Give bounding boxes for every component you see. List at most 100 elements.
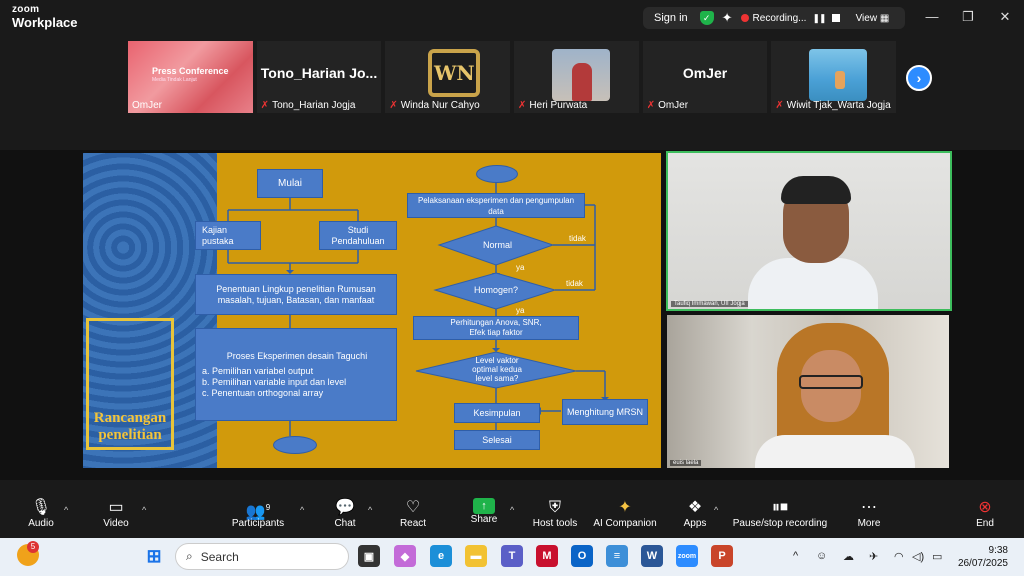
profile-photo <box>809 49 868 101</box>
outlook-icon[interactable]: O <box>571 545 593 567</box>
clock-date: 26/07/2025 <box>957 558 1008 569</box>
mcafee-icon[interactable]: M <box>536 545 558 567</box>
taskbar-search[interactable]: ⌕ Search <box>175 543 349 570</box>
wn-logo: WN <box>428 49 481 97</box>
close-icon[interactable]: ✕ <box>995 9 1015 25</box>
weather-badge: 5 <box>27 541 39 553</box>
sign-in-button[interactable]: Sign in <box>654 12 688 24</box>
teams-icon[interactable]: T <box>501 545 523 567</box>
video-options-caret-icon[interactable]: ^ <box>142 505 146 515</box>
more-label: More <box>857 518 881 529</box>
end-button[interactable]: ⊗ End <box>972 498 998 529</box>
copilot-icon[interactable]: ◆ <box>394 545 416 567</box>
ai-sparkle-icon[interactable]: ✦ <box>722 10 733 26</box>
person-hair <box>781 176 851 204</box>
participants-caret-icon[interactable]: ^ <box>300 505 304 515</box>
apps-label: Apps <box>683 518 707 529</box>
participant-tile[interactable]: ✗ Heri Purwata <box>514 41 639 113</box>
powerpoint-icon[interactable]: P <box>711 545 733 567</box>
host-tools-label: Host tools <box>532 518 578 529</box>
participant-tile[interactable]: OmJer ✗ OmJer <box>642 41 768 113</box>
recording-status: Recording... <box>752 12 807 24</box>
react-button[interactable]: ♡ React <box>398 498 428 529</box>
stop-recording-icon[interactable] <box>831 14 840 22</box>
step-kesimpulan: Kesimpulan <box>454 403 540 423</box>
host-tools-button[interactable]: ⛨ Host tools <box>530 498 580 529</box>
step-kajian: Kajian pustaka <box>195 221 261 250</box>
profile-photo <box>552 49 611 101</box>
pause-stop-icon: ⏸⏹ <box>771 499 788 516</box>
share-caret-icon[interactable]: ^ <box>510 505 514 515</box>
mic-muted-icon: ✗ <box>646 100 656 111</box>
minimize-icon[interactable]: — <box>922 9 942 24</box>
battery-icon[interactable]: ▭ <box>932 550 942 563</box>
decision-normal: Normal <box>483 240 513 250</box>
restore-icon[interactable]: ❐ <box>958 9 978 25</box>
security-shield-icon[interactable]: ✓ <box>699 11 714 25</box>
chat-button[interactable]: 💬 Chat <box>330 498 360 529</box>
search-icon: ⌕ <box>186 549 193 563</box>
flow-connector-start <box>476 165 518 183</box>
participant-tile[interactable]: Tono_Harian Jo... ✗ Tono_Harian Jogja <box>256 41 382 113</box>
more-button[interactable]: ⋯ More <box>854 498 884 529</box>
chat-caret-icon[interactable]: ^ <box>368 505 372 515</box>
participant-name: Tono_Harian Jogja <box>272 100 356 111</box>
participant-tile[interactable]: WN ✗ Winda Nur Cahyo <box>385 41 511 113</box>
camera-icon: ▭ <box>108 499 124 516</box>
pause-stop-recording-button[interactable]: ⏸⏹ Pause/stop recording <box>730 498 830 529</box>
video-tile[interactable]: euis laela <box>667 315 949 468</box>
search-label: Search <box>200 549 239 564</box>
next-page-arrow-icon[interactable]: › <box>906 65 932 91</box>
mic-muted-icon: ✗ <box>389 100 398 111</box>
heart-icon: ♡ <box>405 499 421 516</box>
participant-tile[interactable]: ✗ Wiwit Tjak_Warta Jogja <box>771 41 897 113</box>
tray-app-icon[interactable]: ☺ <box>816 550 827 562</box>
participant-name: Wiwit Tjak_Warta Jogja <box>786 100 891 111</box>
mic-muted-icon: ✗ <box>518 100 527 111</box>
participant-name: Winda Nur Cahyo <box>400 100 480 111</box>
edge-icon[interactable]: e <box>430 545 452 567</box>
word-icon[interactable]: W <box>641 545 663 567</box>
view-button[interactable]: View ▦ <box>856 13 890 24</box>
pause-recording-icon[interactable]: ❚❚ <box>812 13 826 24</box>
apps-button[interactable]: ❖ Apps <box>680 498 710 529</box>
label-tidak: tidak <box>569 234 586 243</box>
proses-item: a. Pemilihan variabel output <box>202 365 314 376</box>
file-explorer-icon[interactable]: ▬ <box>465 545 487 567</box>
bluetooth-icon[interactable]: ✈ <box>869 550 878 563</box>
video-button[interactable]: ▭ Video <box>100 498 132 529</box>
task-view-icon[interactable]: ▣ <box>358 545 380 567</box>
taskbar-clock[interactable]: 9:38 26/07/2025 <box>952 544 1008 570</box>
notepad-icon[interactable]: ≡ <box>606 545 628 567</box>
participants-button[interactable]: 👥9 Participants <box>228 498 288 529</box>
step-mrsn: Menghitung MRSN <box>562 399 648 425</box>
volume-icon[interactable]: ◁) <box>912 550 924 563</box>
participant-strip: Press Conference Media Tindak Lanjut OmJ… <box>128 41 897 113</box>
recording-dot-icon <box>740 14 749 22</box>
audio-options-caret-icon[interactable]: ^ <box>64 505 68 515</box>
wifi-icon[interactable]: ◠ <box>894 550 904 563</box>
tray-overflow-icon[interactable]: ^ <box>793 550 798 562</box>
video-tile-speaker[interactable]: Taufiq Immawan, UII Jogja <box>666 151 952 311</box>
participant-tile-share[interactable]: Press Conference Media Tindak Lanjut OmJ… <box>128 41 253 113</box>
step-proses: Proses Eksperimen desain Taguchi a. Pemi… <box>195 328 397 421</box>
audio-button[interactable]: 🎙 Audio <box>26 498 56 529</box>
windows-start-icon[interactable]: ⊞ <box>143 545 165 567</box>
press-subtitle: Media Tindak Lanjut <box>152 77 197 83</box>
decision-homogen: Homogen? <box>474 285 519 295</box>
sparkle-icon: ✦ <box>618 499 632 516</box>
label-ya: ya <box>516 263 525 272</box>
clock-time: 9:38 <box>988 545 1008 556</box>
zoom-taskbar-icon[interactable]: zoom <box>676 545 698 567</box>
mic-muted-icon: ✗ <box>260 100 270 111</box>
onedrive-icon[interactable]: ☁ <box>843 550 854 563</box>
video-label: Video <box>103 518 129 529</box>
more-icon: ⋯ <box>861 499 877 516</box>
step-perhitungan: Perhitungan Anova, SNR, Efek tiap faktor <box>413 316 579 340</box>
view-label: View <box>855 12 878 24</box>
ai-companion-button[interactable]: ✦ AI Companion <box>592 498 658 529</box>
apps-caret-icon[interactable]: ^ <box>714 505 718 515</box>
share-button[interactable]: ↑ Share <box>468 498 500 525</box>
brand-bottom: Workplace <box>12 15 78 30</box>
share-screen-icon: ↑ <box>473 498 495 514</box>
